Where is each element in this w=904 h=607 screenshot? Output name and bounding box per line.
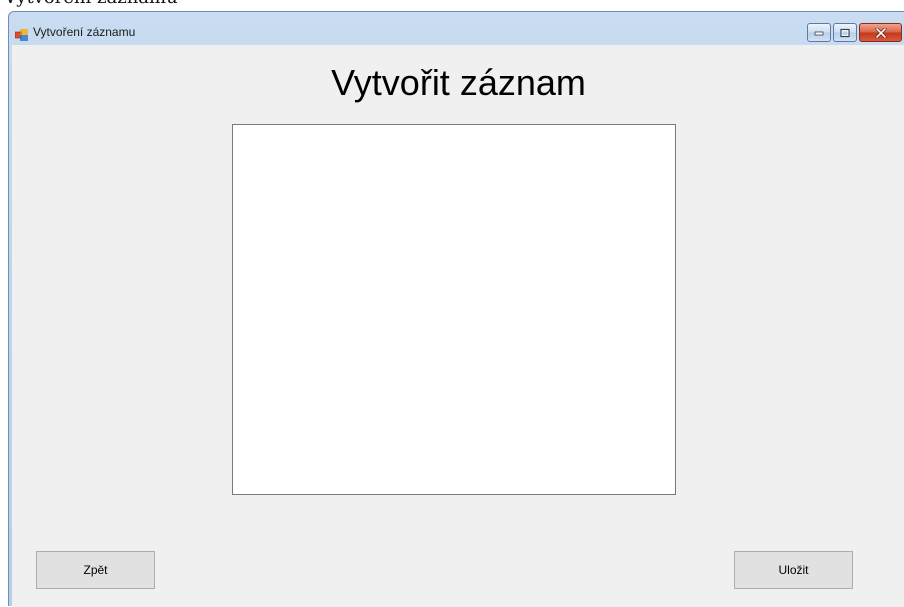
page-title: Vytvořit záznam xyxy=(331,62,586,103)
maximize-button[interactable] xyxy=(833,23,857,42)
maximize-icon xyxy=(840,28,850,37)
close-button[interactable] xyxy=(859,23,902,42)
outer-caption: Vytvoření záznamu xyxy=(0,0,904,9)
caption-buttons xyxy=(805,23,902,44)
close-icon xyxy=(875,27,886,38)
form-client-area: Vytvořit záznam Zpět Uložit xyxy=(12,45,904,607)
minimize-button[interactable] xyxy=(807,23,831,42)
app-window: Vytvoření záznamu Vytvořit záznam Zpět U… xyxy=(8,11,904,607)
window-title: Vytvoření záznamu xyxy=(33,25,136,39)
app-window-icon[interactable] xyxy=(14,26,29,41)
minimize-icon xyxy=(814,31,824,35)
record-text-input[interactable] xyxy=(232,124,676,495)
save-button[interactable]: Uložit xyxy=(734,551,853,589)
title-bar[interactable]: Vytvoření záznamu xyxy=(9,12,904,45)
back-button[interactable]: Zpět xyxy=(36,551,155,589)
